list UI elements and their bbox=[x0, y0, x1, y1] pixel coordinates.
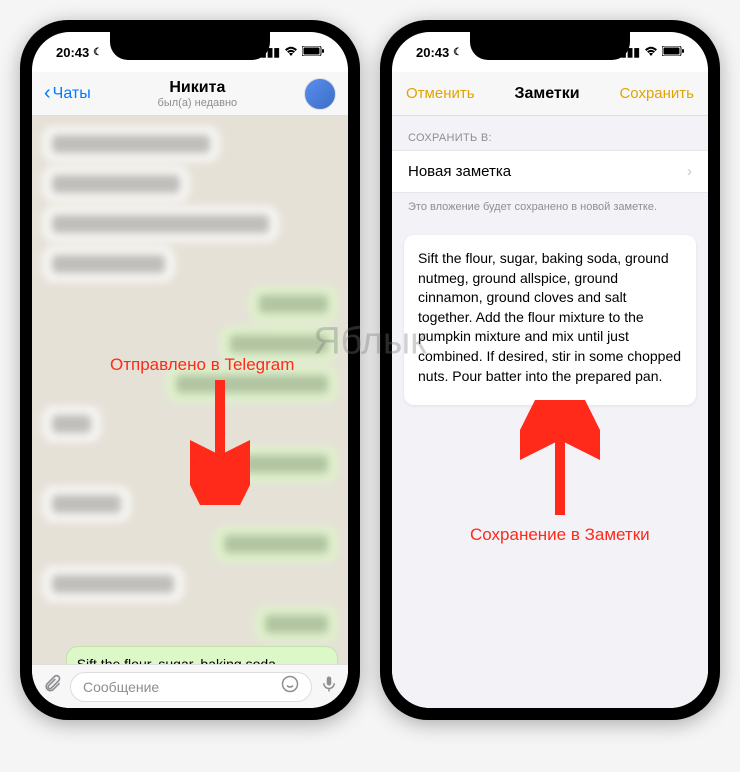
message-input[interactable]: Сообщение bbox=[70, 672, 312, 702]
attach-icon[interactable] bbox=[42, 674, 62, 699]
input-placeholder: Сообщение bbox=[83, 679, 159, 695]
screen-telegram: 20:43 ☾ ▮▮▮▮ ‹ Чаты bbox=[32, 32, 348, 708]
sticker-icon[interactable] bbox=[281, 675, 299, 698]
message-text: Sift the flour, sugar, baking soda, grou… bbox=[77, 656, 325, 664]
note-text: Sift the flour, sugar, baking soda, grou… bbox=[418, 250, 681, 384]
wifi-icon bbox=[284, 45, 298, 59]
dnd-moon-icon: ☾ bbox=[93, 47, 102, 58]
message-bubble[interactable]: Sift the flour, sugar, baking soda, grou… bbox=[66, 646, 338, 664]
battery-icon bbox=[662, 45, 684, 59]
back-label: Чаты bbox=[53, 85, 91, 103]
notch bbox=[110, 32, 270, 60]
chevron-left-icon: ‹ bbox=[44, 82, 51, 105]
back-button[interactable]: ‹ Чаты bbox=[44, 82, 91, 105]
screen-notes: 20:43 ☾ ▮▮▮▮ Отменить Заметки Сохранить bbox=[392, 32, 708, 708]
phone-right: 20:43 ☾ ▮▮▮▮ Отменить Заметки Сохранить bbox=[380, 20, 720, 720]
cancel-button[interactable]: Отменить bbox=[406, 85, 475, 102]
phone-left: 20:43 ☾ ▮▮▮▮ ‹ Чаты bbox=[20, 20, 360, 720]
wifi-icon bbox=[644, 45, 658, 59]
chat-body[interactable]: Sift the flour, sugar, baking soda, grou… bbox=[32, 116, 348, 664]
avatar[interactable] bbox=[304, 78, 336, 110]
mic-icon[interactable] bbox=[320, 674, 338, 699]
signal-icon: ▮▮▮▮ bbox=[614, 45, 640, 59]
dnd-moon-icon: ☾ bbox=[453, 47, 462, 58]
section-label: СОХРАНИТЬ В: bbox=[392, 116, 708, 150]
notes-title: Заметки bbox=[514, 85, 579, 103]
note-content[interactable]: Sift the flour, sugar, baking soda, grou… bbox=[404, 235, 696, 405]
telegram-header: ‹ Чаты Никита был(а) недавно bbox=[32, 72, 348, 116]
chat-title[interactable]: Никита bbox=[91, 79, 304, 97]
chat-subtitle: был(а) недавно bbox=[91, 97, 304, 109]
status-time: 20:43 bbox=[416, 45, 449, 60]
battery-icon bbox=[302, 45, 324, 59]
destination-row[interactable]: Новая заметка › bbox=[392, 150, 708, 193]
save-button[interactable]: Сохранить bbox=[619, 85, 694, 102]
status-time: 20:43 bbox=[56, 45, 89, 60]
chevron-right-icon: › bbox=[687, 163, 692, 180]
destination-hint: Это вложение будет сохранено в новой зам… bbox=[392, 193, 708, 221]
destination-label: Новая заметка bbox=[408, 163, 511, 180]
notes-body: СОХРАНИТЬ В: Новая заметка › Это вложени… bbox=[392, 116, 708, 708]
notch bbox=[470, 32, 630, 60]
notes-header: Отменить Заметки Сохранить bbox=[392, 72, 708, 116]
signal-icon: ▮▮▮▮ bbox=[254, 45, 280, 59]
message-input-bar: Сообщение bbox=[32, 664, 348, 708]
